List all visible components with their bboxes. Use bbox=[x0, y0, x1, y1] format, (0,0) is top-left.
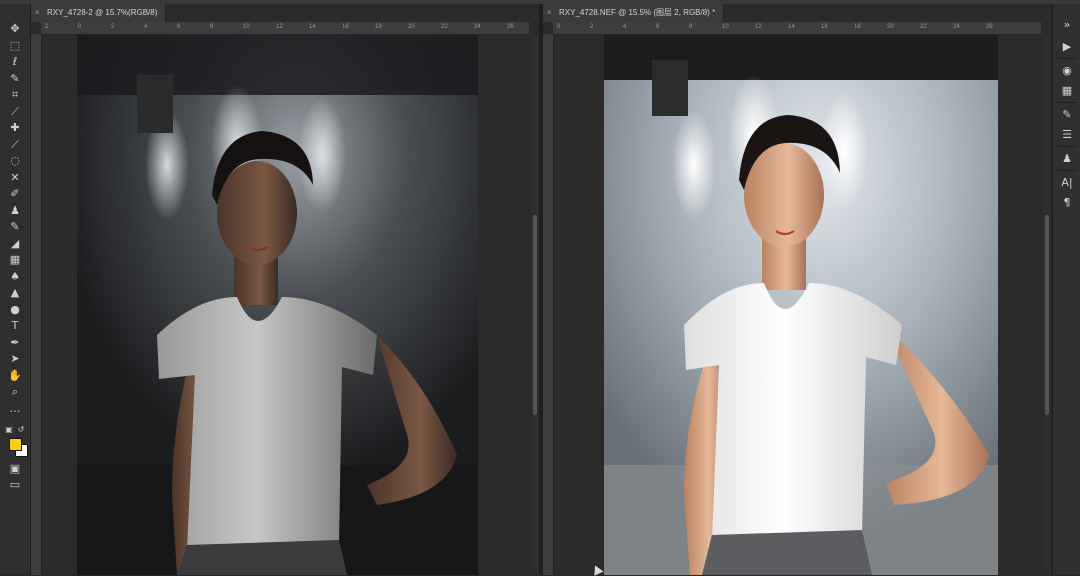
zoom-tool[interactable]: ⌕ bbox=[6, 385, 24, 399]
path-select-tool[interactable]: ➤ bbox=[6, 352, 24, 366]
dodge-tool[interactable]: ● bbox=[6, 303, 24, 317]
panel-separator bbox=[1057, 58, 1077, 59]
eyedropper-tool[interactable]: ⟋ bbox=[6, 105, 24, 119]
foreground-color-swatch[interactable] bbox=[9, 438, 22, 451]
collapse-panel-icon[interactable]: » bbox=[1060, 18, 1074, 32]
panel-separator bbox=[1057, 170, 1077, 171]
tools-panel: ▣ ↺ ▣ ▭ ✥ ⬚ ℓ ✎ ⌗ ⟋ ✚ ⟋ ◌ ✕ ✐ ♟ ✎ ◢ ▦ ♠ ▲ ● T ✒ ➤ ✋ ⌕ … bbox=[0, 4, 31, 575]
ruler-tick-label: 8 bbox=[689, 24, 693, 30]
ruler-tick-label: 22 bbox=[441, 24, 448, 30]
ruler-tick-label: 6 bbox=[177, 24, 181, 30]
horizontal-ruler: 0 2 4 6 8 10 12 14 16 18 20 22 24 26 bbox=[553, 22, 1041, 35]
horizontal-ruler: 20246810121416182022242628 bbox=[41, 22, 529, 35]
ruler-tick-label: 14 bbox=[788, 24, 795, 30]
ruler-tick-label: 20 bbox=[408, 24, 415, 30]
ruler-tick-label: 14 bbox=[309, 24, 316, 30]
vertical-scrollbar-right[interactable] bbox=[1043, 35, 1051, 575]
ruler-tick-label: 18 bbox=[854, 24, 861, 30]
sharpen-tool[interactable]: ▲ bbox=[6, 286, 24, 300]
healing-brush-tool[interactable]: ✚ bbox=[6, 121, 24, 135]
ruler-tick-label: 2 bbox=[590, 24, 594, 30]
model-photo-retouched bbox=[604, 35, 998, 575]
ruler-tick-label: 20 bbox=[887, 24, 894, 30]
quick-select-tool[interactable]: ✎ bbox=[6, 72, 24, 86]
brush-tool[interactable]: ✐ bbox=[6, 187, 24, 201]
spot-healing-tool[interactable]: ◌ bbox=[6, 154, 24, 168]
crop-tool[interactable]: ⌗ bbox=[6, 88, 24, 102]
default-colors-icon[interactable]: ▣ bbox=[4, 423, 14, 437]
document-pane-right: × RXY_4728.NEF @ 15.5% (图层 2, RGB/8) * 0… bbox=[543, 4, 1051, 575]
content-aware-move-tool[interactable]: ✕ bbox=[6, 171, 24, 185]
lasso-tool[interactable]: ℓ bbox=[6, 55, 24, 69]
ruler-tick-label: 6 bbox=[656, 24, 660, 30]
document-tab-title: RXY_4728.NEF @ 15.5% (图层 2, RGB/8) * bbox=[559, 8, 716, 17]
scroll-thumb[interactable] bbox=[1045, 215, 1049, 415]
document-pane-left: × RXY_4728-2 @ 15.7%(RGB/8) 2 0 2 4 6 8 10 12 14… bbox=[31, 4, 539, 575]
character-panel-icon[interactable]: A| bbox=[1060, 176, 1074, 190]
scroll-thumb[interactable] bbox=[533, 215, 537, 415]
close-tab-icon[interactable]: × bbox=[35, 4, 40, 22]
quick-mask-icon[interactable]: ▣ bbox=[6, 462, 24, 476]
screen-mode-icon[interactable]: ▭ bbox=[6, 478, 24, 492]
swatches-grid-icon[interactable]: ▦ bbox=[1060, 84, 1074, 98]
hand-tool[interactable]: ✋ bbox=[6, 369, 24, 383]
ruler-tick-label: 4 bbox=[144, 24, 148, 30]
photo-canvas-right[interactable] bbox=[604, 35, 998, 575]
ruler-tick-label: 24 bbox=[953, 24, 960, 30]
photo-canvas-left[interactable] bbox=[77, 35, 478, 575]
ruler-tick-label: 16 bbox=[342, 24, 349, 30]
eraser-tool[interactable]: ◢ bbox=[6, 237, 24, 251]
play-actions-icon[interactable]: ▶ bbox=[1060, 40, 1074, 54]
history-brush-tool[interactable]: ✎ bbox=[6, 220, 24, 234]
ruler-tick-label: 10 bbox=[722, 24, 729, 30]
close-tab-icon[interactable]: × bbox=[547, 4, 552, 22]
panel-dock: » ▶ ◉ ▦ ✎ ☰ ♟ A| ¶ bbox=[1052, 4, 1080, 575]
color-wheel-icon[interactable]: ◉ bbox=[1060, 64, 1074, 78]
ruler-tick-label: 26 bbox=[986, 24, 993, 30]
document-tab-right[interactable]: × RXY_4728.NEF @ 15.5% (图层 2, RGB/8) * bbox=[543, 4, 725, 22]
ruler-tick-label: 24 bbox=[474, 24, 481, 30]
brush-panel-icon[interactable]: ✎ bbox=[1060, 108, 1074, 122]
vertical-ruler bbox=[543, 34, 554, 575]
ruler-tick-label: 0 bbox=[557, 24, 561, 30]
more-tools[interactable]: … bbox=[6, 402, 24, 416]
vertical-scrollbar-left[interactable] bbox=[531, 35, 539, 575]
ruler-tick-label: 26 bbox=[507, 24, 514, 30]
ruler-tick-label: 12 bbox=[276, 24, 283, 30]
ruler-tick-label: 4 bbox=[623, 24, 627, 30]
marquee-tool[interactable]: ⬚ bbox=[6, 39, 24, 53]
clone-source-icon[interactable]: ♟ bbox=[1060, 152, 1074, 166]
panel-separator bbox=[1057, 146, 1077, 147]
clone-stamp-tool[interactable]: ♟ bbox=[6, 204, 24, 218]
swap-colors-icon[interactable]: ↺ bbox=[16, 423, 26, 437]
paragraph-panel-icon[interactable]: ¶ bbox=[1060, 196, 1074, 210]
blur-tool[interactable]: ♠ bbox=[6, 270, 24, 284]
ruler-tick-label: 0 bbox=[78, 24, 82, 30]
patch-tool[interactable]: ⟋ bbox=[6, 138, 24, 152]
pen-tool[interactable]: ✒ bbox=[6, 336, 24, 350]
move-tool[interactable]: ✥ bbox=[6, 22, 24, 36]
ruler-tick-label: 8 bbox=[210, 24, 214, 30]
model-photo-dark bbox=[77, 35, 478, 575]
ruler-tick-label: 12 bbox=[755, 24, 762, 30]
ruler-tick-label: 10 bbox=[243, 24, 250, 30]
panel-separator bbox=[1057, 102, 1077, 103]
type-tool[interactable]: T bbox=[6, 319, 24, 333]
vertical-ruler bbox=[31, 34, 42, 575]
document-tab-left[interactable]: × RXY_4728-2 @ 15.7%(RGB/8) bbox=[31, 4, 167, 22]
gradient-tool[interactable]: ▦ bbox=[6, 253, 24, 267]
ruler-tick-label: 22 bbox=[920, 24, 927, 30]
ruler-tick-label: 18 bbox=[375, 24, 382, 30]
adjustments-icon[interactable]: ☰ bbox=[1060, 128, 1074, 142]
ruler-tick-label: 16 bbox=[821, 24, 828, 30]
ruler-tick-label: 2 bbox=[111, 24, 115, 30]
ruler-tick-label: 2 bbox=[45, 24, 49, 30]
document-tab-title: RXY_4728-2 @ 15.7%(RGB/8) bbox=[47, 8, 158, 17]
